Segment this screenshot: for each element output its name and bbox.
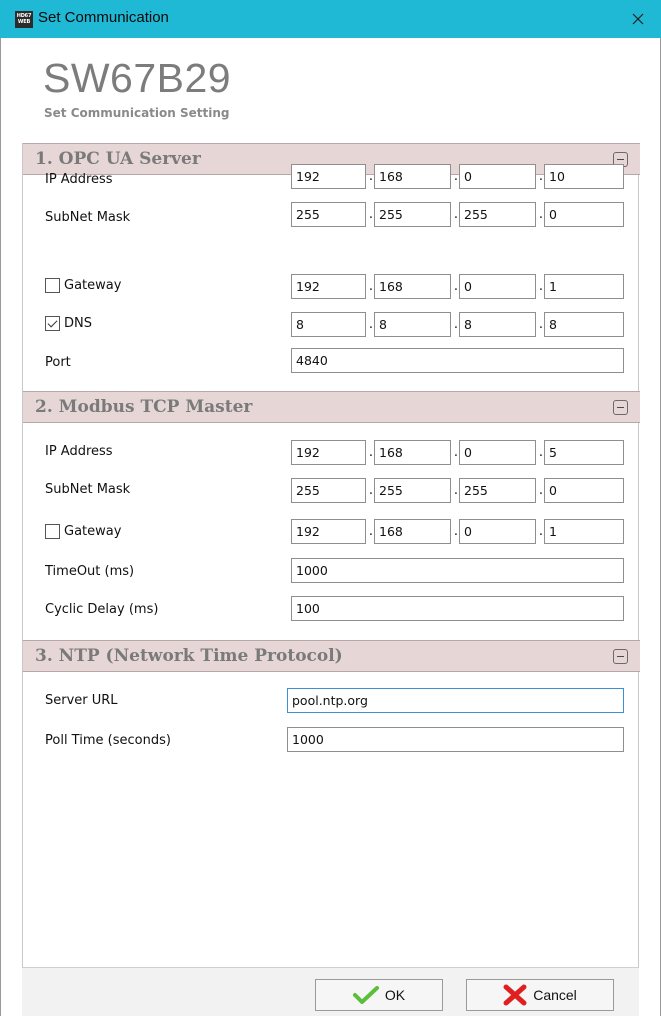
modbus-gateway-octet-3[interactable] (459, 519, 536, 544)
ok-label: OK (384, 987, 406, 1003)
modbus-mask-octet-3[interactable] (459, 478, 536, 503)
cyclic-delay-label: Cyclic Delay (ms) (45, 602, 159, 617)
opc-dns-octet-2[interactable] (374, 312, 451, 337)
ntp-server-url-input[interactable] (287, 688, 624, 713)
modbus-gateway-checkbox[interactable] (45, 524, 60, 539)
ok-button[interactable]: OK (315, 979, 443, 1011)
modbus-ip-octet-4[interactable] (544, 440, 624, 465)
modbus-mask-octet-1[interactable] (291, 478, 366, 503)
opc-dns-octet-3[interactable] (459, 312, 536, 337)
title-bar: HD67 WEB Set Communication (0, 0, 661, 38)
modbus-gateway-octet-2[interactable] (374, 519, 451, 544)
product-subtitle: Set Communication Setting (44, 106, 230, 120)
opc-gateway-checkbox[interactable] (45, 278, 60, 293)
opc-gateway-octet-3[interactable] (459, 274, 536, 299)
opc-dns-octet-4[interactable] (544, 312, 624, 337)
close-icon (632, 13, 644, 25)
section-header-modbus-tcp-master[interactable]: 2. Modbus TCP Master (23, 391, 640, 423)
section-title: 1. OPC UA Server (35, 149, 201, 169)
modbus-cyclic-delay-input[interactable] (291, 596, 624, 621)
cancel-button[interactable]: Cancel (466, 979, 614, 1011)
opc-gateway-toggle[interactable]: Gateway (45, 278, 121, 293)
modbus-mask-octet-2[interactable] (374, 478, 451, 503)
modbus-ip-octet-2[interactable] (374, 440, 451, 465)
opc-dns-checkbox[interactable] (45, 316, 60, 331)
modbus-gateway-octet-1[interactable] (291, 519, 366, 544)
poll-time-label: Poll Time (seconds) (45, 733, 171, 748)
server-url-label: Server URL (45, 693, 118, 708)
ip-address-label: IP Address (45, 172, 113, 187)
ntp-poll-time-input[interactable] (287, 727, 624, 752)
app-logo-icon: HD67 WEB (15, 11, 33, 28)
modbus-gateway-toggle[interactable]: Gateway (45, 524, 121, 539)
collapse-icon[interactable] (613, 649, 628, 664)
modbus-timeout-input[interactable] (291, 558, 624, 583)
red-x-icon (503, 984, 527, 1006)
opc-ip-octet-2[interactable] (374, 164, 451, 189)
product-title: SW67B29 (43, 55, 232, 101)
section-title: 2. Modbus TCP Master (35, 397, 253, 417)
opc-dns-octet-1[interactable] (291, 312, 366, 337)
opc-gateway-octet-2[interactable] (374, 274, 451, 299)
subnet-mask-label: SubNet Mask (45, 210, 131, 225)
modbus-ip-octet-1[interactable] (291, 440, 366, 465)
gateway-label: Gateway (64, 278, 122, 293)
close-button[interactable] (615, 0, 661, 38)
window-title: Set Communication (38, 9, 169, 26)
section-title: 3. NTP (Network Time Protocol) (35, 646, 343, 666)
opc-mask-octet-1[interactable] (291, 202, 366, 227)
opc-port-input[interactable] (291, 348, 624, 373)
opc-mask-octet-3[interactable] (459, 202, 536, 227)
modbus-gateway-octet-4[interactable] (544, 519, 624, 544)
subnet-mask-label: SubNet Mask (45, 482, 131, 497)
opc-gateway-octet-1[interactable] (291, 274, 366, 299)
timeout-label: TimeOut (ms) (45, 564, 135, 579)
port-label: Port (45, 355, 71, 370)
settings-panel: 1. OPC UA Server IP Address . . . SubNet… (22, 143, 640, 967)
modbus-mask-octet-4[interactable] (544, 478, 624, 503)
dns-label: DNS (64, 316, 92, 331)
checkmark-icon (352, 986, 379, 1004)
opc-mask-octet-4[interactable] (544, 202, 624, 227)
modbus-ip-octet-3[interactable] (459, 440, 536, 465)
ip-address-label: IP Address (45, 444, 113, 459)
dialog-footer: OK Cancel (22, 967, 639, 1016)
cancel-label: Cancel (533, 987, 577, 1003)
collapse-icon[interactable] (613, 400, 628, 415)
opc-ip-octet-1[interactable] (291, 164, 366, 189)
opc-ip-octet-3[interactable] (459, 164, 536, 189)
opc-gateway-octet-4[interactable] (544, 274, 624, 299)
opc-dns-toggle[interactable]: DNS (45, 316, 92, 331)
section-header-ntp[interactable]: 3. NTP (Network Time Protocol) (23, 640, 640, 672)
gateway-label: Gateway (64, 524, 122, 539)
opc-ip-octet-4[interactable] (544, 164, 624, 189)
opc-mask-octet-2[interactable] (374, 202, 451, 227)
